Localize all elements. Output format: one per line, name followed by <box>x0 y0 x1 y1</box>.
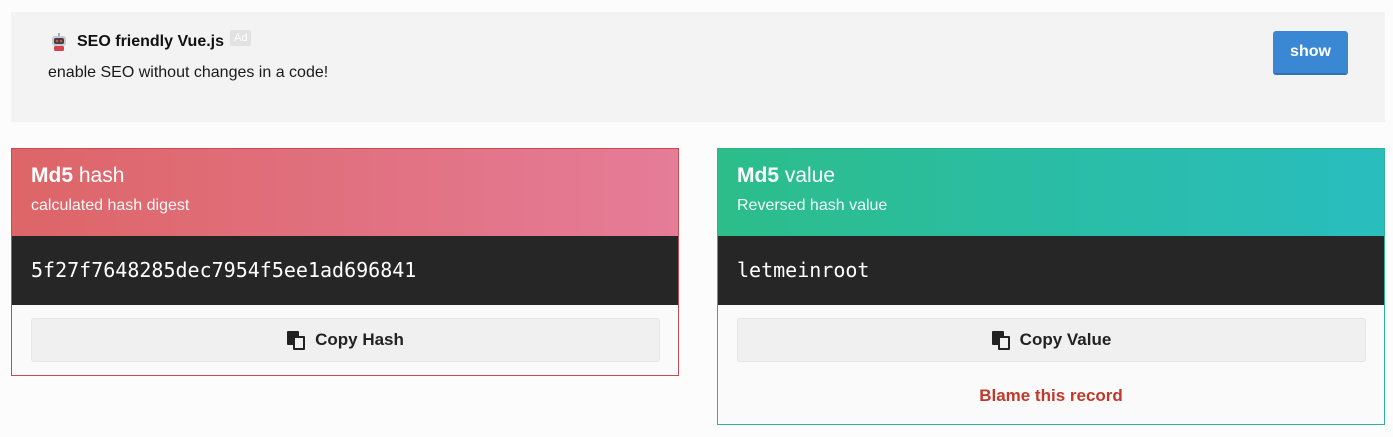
copy-hash-button[interactable]: Copy Hash <box>31 318 660 362</box>
ad-title-row: SEO friendly Vue.js Ad <box>49 30 252 52</box>
ad-banner: SEO friendly Vue.js Ad enable SEO withou… <box>11 12 1385 122</box>
hash-card-title-rest: hash <box>73 164 125 187</box>
hash-value[interactable]: 5f27f7648285dec7954f5ee1ad696841 <box>12 236 678 305</box>
copy-icon <box>991 331 1010 350</box>
value-card-header: Md5 value Reversed hash value <box>718 149 1384 236</box>
show-button[interactable]: show <box>1273 31 1348 75</box>
hash-card-subtitle: calculated hash digest <box>31 197 190 214</box>
md5-value-card: Md5 value Reversed hash value letmeinroo… <box>717 148 1385 425</box>
value-card-title-rest: value <box>779 164 836 187</box>
hash-card-title-bold: Md5 <box>31 164 73 187</box>
copy-value-button[interactable]: Copy Value <box>737 318 1366 362</box>
copy-hash-label: Copy Hash <box>315 330 404 349</box>
copy-value-label: Copy Value <box>1019 330 1112 349</box>
ad-description: enable SEO without changes in a code! <box>48 64 329 81</box>
robot-icon <box>49 32 69 52</box>
value-card-title-bold: Md5 <box>737 164 779 187</box>
ad-title[interactable]: SEO friendly Vue.js <box>77 33 224 51</box>
value-card-title: Md5 value <box>737 163 1365 189</box>
md5-hash-card: Md5 hash calculated hash digest 5f27f764… <box>11 148 679 376</box>
ad-badge: Ad <box>230 30 252 46</box>
reversed-value[interactable]: letmeinroot <box>718 236 1384 305</box>
value-card-subtitle: Reversed hash value <box>737 197 888 214</box>
copy-icon <box>287 331 306 350</box>
blame-record-link[interactable]: Blame this record <box>718 386 1384 406</box>
hash-card-header: Md5 hash calculated hash digest <box>12 149 678 236</box>
hash-card-title: Md5 hash <box>31 163 659 189</box>
